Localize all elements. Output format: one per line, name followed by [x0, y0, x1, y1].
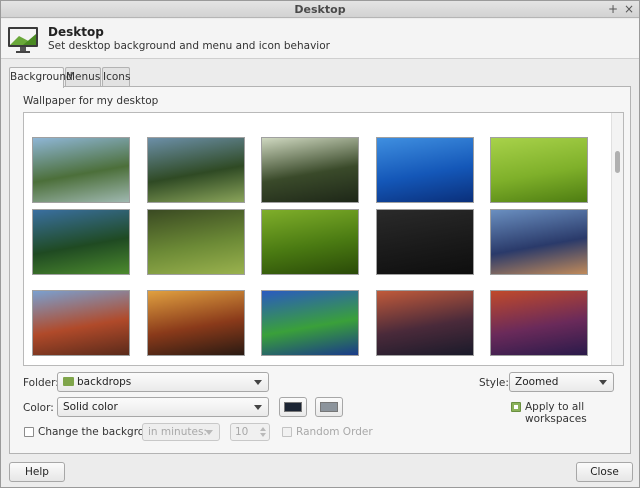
wallpaper-thumbnail-dusk-shore[interactable] [376, 290, 474, 356]
primary-color-swatch [284, 402, 302, 412]
random-order-checkbox[interactable] [282, 427, 292, 437]
wallpaper-thumbnail-blue-water[interactable] [376, 137, 474, 203]
close-icon[interactable]: × [623, 2, 635, 16]
interval-unit-select[interactable]: in minutes: [142, 423, 220, 441]
color-mode-value: Solid color [63, 401, 118, 413]
apply-all-label: Apply to all workspaces [525, 401, 587, 425]
header-subtitle: Set desktop background and menu and icon… [48, 40, 330, 52]
header-title: Desktop [48, 25, 104, 39]
folder-value: backdrops [77, 376, 132, 388]
wallpaper-thumbnail-linux-mint-dark[interactable] [376, 209, 474, 275]
wallpaper-thumbnail-forest-sunlight[interactable] [261, 137, 359, 203]
dialog-header: Desktop Set desktop background and menu … [1, 19, 639, 59]
settings-window: Desktop + × Desktop Set desktop backgrou… [0, 0, 640, 488]
wallpaper-thumbnail-tree-meadow[interactable] [32, 209, 130, 275]
primary-color-button[interactable] [279, 397, 307, 417]
apply-all-checkbox[interactable] [511, 402, 521, 412]
style-value: Zoomed [515, 376, 559, 388]
secondary-color-button[interactable] [315, 397, 343, 417]
help-button[interactable]: Help [9, 462, 65, 482]
interval-spinner[interactable]: 10 [230, 423, 270, 441]
wallpaper-thumbnail-purple-reflection[interactable] [490, 290, 588, 356]
change-background-checkbox[interactable] [24, 427, 34, 437]
folder-icon [63, 377, 74, 386]
wallpaper-thumbnail-red-canyon[interactable] [32, 290, 130, 356]
style-label: Style: [479, 377, 509, 389]
style-select[interactable]: Zoomed [509, 372, 614, 392]
interval-unit-value: in minutes: [148, 426, 207, 438]
interval-value: 10 [235, 426, 249, 438]
wallpaper-thumbnail-fiery-sunset[interactable] [147, 290, 245, 356]
wallpaper-section-label: Wallpaper for my desktop [23, 95, 159, 107]
folder-select[interactable]: backdrops [57, 372, 269, 392]
monitor-icon [8, 27, 38, 53]
color-label: Color: [23, 402, 54, 414]
close-button[interactable]: Close [576, 462, 633, 482]
random-order-label: Random Order [296, 426, 373, 438]
chevron-down-icon [254, 405, 262, 410]
tab-icons[interactable]: Icons [102, 67, 130, 87]
chevron-down-icon [205, 430, 213, 435]
scrollbar-thumb[interactable] [615, 151, 620, 173]
wallpaper-thumbnail-mountain-lake[interactable] [32, 137, 130, 203]
wallpaper-thumbnail-dark-green[interactable] [261, 209, 359, 275]
wallpaper-thumbnail-grass-field[interactable] [147, 209, 245, 275]
chevron-down-icon [254, 380, 262, 385]
window-title: Desktop [294, 3, 346, 16]
wallpaper-thumbnail-sunset-lake[interactable] [490, 209, 588, 275]
wallpaper-thumbnail-green-valley[interactable] [147, 137, 245, 203]
titlebar[interactable]: Desktop + × [1, 1, 639, 18]
wallpaper-thumbnail-green-wave[interactable] [490, 137, 588, 203]
pin-icon[interactable]: + [607, 2, 619, 16]
spin-down-icon[interactable] [260, 433, 266, 437]
color-mode-select[interactable]: Solid color [57, 397, 269, 417]
tab-background[interactable]: Background [9, 67, 73, 88]
spin-up-icon[interactable] [260, 427, 266, 431]
secondary-color-swatch [320, 402, 338, 412]
chevron-down-icon [599, 380, 607, 385]
wallpaper-thumbnail-tropical-island[interactable] [261, 290, 359, 356]
wallpaper-gallery[interactable] [23, 112, 624, 366]
gallery-scrollbar[interactable] [611, 113, 623, 365]
folder-label: Folder: [23, 377, 59, 389]
